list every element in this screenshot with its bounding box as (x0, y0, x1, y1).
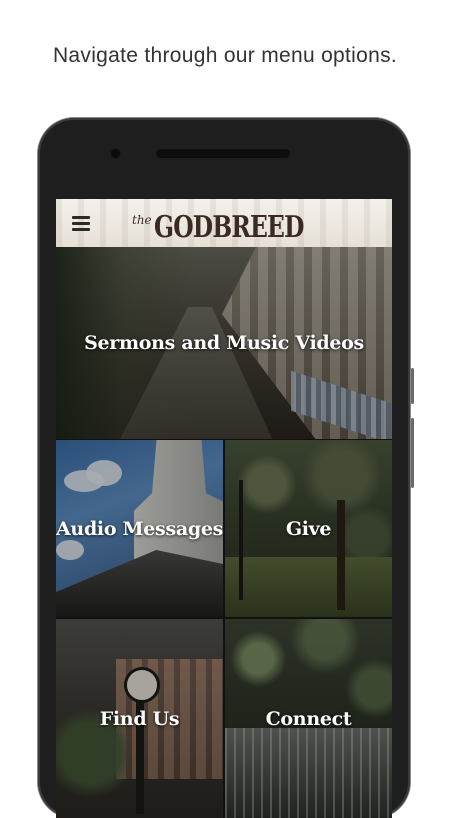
logo-the-text: the (132, 213, 152, 227)
tile-sermons-music-videos[interactable]: Sermons and Music Videos (56, 247, 392, 439)
tile-give[interactable]: Give (225, 440, 392, 617)
promo-caption: Navigate through our menu options. (52, 44, 398, 67)
tile-connect[interactable]: Connect (225, 619, 392, 818)
phone-frame: the GODBREED Sermons and Music Videos Au… (38, 118, 414, 818)
tile-find-us[interactable]: Find Us (56, 619, 223, 818)
tile-label: Find Us (99, 707, 180, 730)
hamburger-menu-icon[interactable] (66, 211, 94, 235)
front-camera (110, 148, 121, 159)
tile-label: Audio Messages (56, 517, 223, 540)
app-logo: the GODBREED (132, 205, 345, 245)
tile-label: Sermons and Music Videos (84, 332, 364, 354)
volume-button (411, 368, 414, 404)
app-header: the GODBREED (56, 199, 392, 247)
power-button (411, 418, 414, 488)
logo-title-text: GODBREED (153, 210, 304, 245)
app-screen: the GODBREED Sermons and Music Videos Au… (56, 199, 392, 818)
earpiece-speaker (156, 149, 290, 158)
tile-label: Give (285, 517, 332, 540)
tile-audio-messages[interactable]: Audio Messages (56, 440, 223, 617)
tile-label: Connect (265, 707, 352, 730)
